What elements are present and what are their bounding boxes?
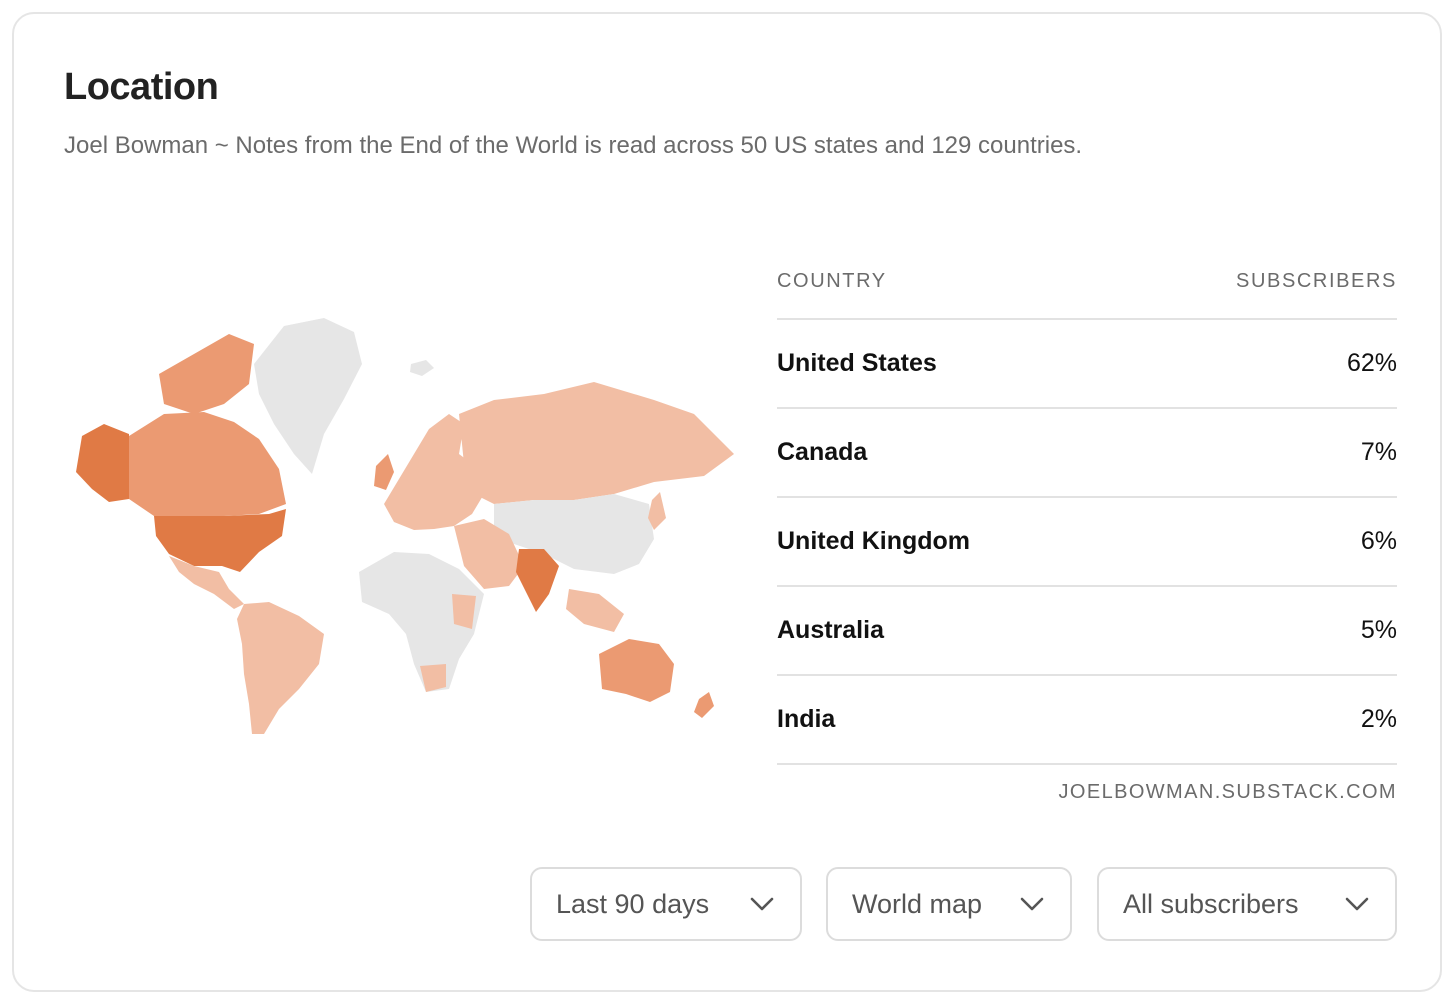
table-header: COUNTRY SUBSCRIBERS [777, 244, 1397, 320]
card-title: Location [64, 66, 219, 108]
chevron-down-icon [750, 897, 774, 911]
subscriber-share: 2% [1360, 705, 1397, 733]
table-row: Canada 7% [777, 409, 1397, 498]
card-subtitle: Joel Bowman ~ Notes from the End of the … [64, 132, 1083, 159]
map-greenland [254, 318, 362, 474]
map-uk [374, 454, 394, 490]
audience-dropdown-label: All subscribers [1123, 888, 1299, 919]
table-row: Australia 5% [777, 587, 1397, 676]
world-map [76, 318, 734, 734]
map-canada-arctic [159, 334, 254, 414]
location-card: Location Joel Bowman ~ Notes from the En… [12, 12, 1442, 992]
map-india [516, 549, 559, 612]
subscriber-share: 62% [1346, 349, 1397, 377]
subscriber-share: 7% [1360, 438, 1397, 466]
map-iceland [410, 360, 434, 376]
chevron-down-icon [1345, 897, 1369, 911]
country-name: United Kingdom [777, 527, 971, 555]
subscriber-share: 5% [1360, 616, 1397, 644]
period-dropdown[interactable]: Last 90 days [530, 867, 802, 941]
map-south-america [237, 602, 324, 734]
chevron-down-icon [1020, 897, 1044, 911]
country-name: Canada [777, 438, 868, 466]
map-russia [459, 382, 734, 504]
subscriber-share: 6% [1360, 527, 1397, 555]
view-dropdown[interactable]: World map [826, 867, 1072, 941]
map-se-asia [566, 589, 624, 632]
map-new-zealand [694, 692, 714, 718]
publication-url: JOELBOWMAN.SUBSTACK.COM [1058, 781, 1397, 803]
map-east-africa [452, 594, 476, 629]
country-name: United States [777, 349, 937, 377]
map-canada [129, 412, 286, 516]
view-dropdown-label: World map [852, 888, 983, 919]
period-dropdown-label: Last 90 days [556, 888, 710, 919]
map-alaska [76, 424, 129, 502]
country-table: COUNTRY SUBSCRIBERS United States 62% Ca… [777, 244, 1397, 804]
table-row: United States 62% [777, 320, 1397, 409]
country-column-header: COUNTRY [777, 269, 887, 292]
table-row: India 2% [777, 676, 1397, 765]
country-name: India [777, 705, 836, 733]
map-australia [599, 639, 674, 702]
audience-dropdown[interactable]: All subscribers [1097, 867, 1397, 941]
map-south-africa [420, 664, 446, 692]
table-row: United Kingdom 6% [777, 498, 1397, 587]
country-name: Australia [777, 616, 884, 644]
subscribers-column-header: SUBSCRIBERS [1236, 269, 1397, 292]
